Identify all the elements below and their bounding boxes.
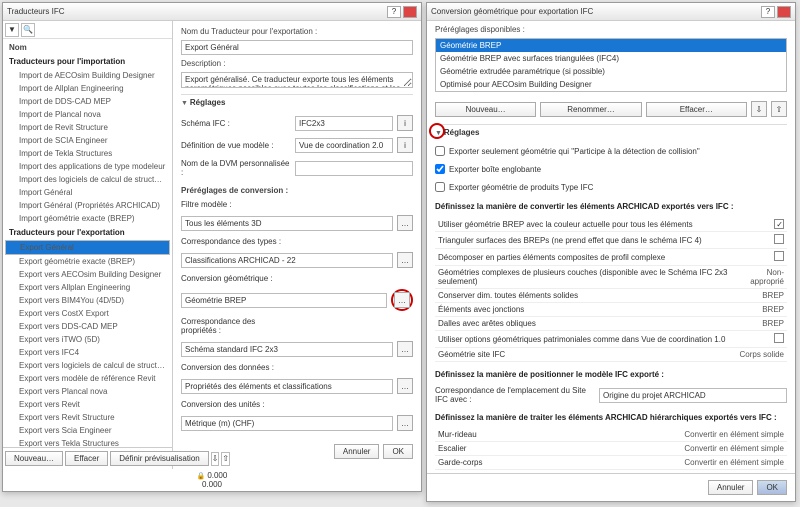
presets-label: Préréglages disponibles : (435, 25, 787, 34)
col-header: Nom (5, 41, 170, 54)
delete-button[interactable]: Effacer… (646, 102, 747, 117)
new-button[interactable]: Nouveau… (435, 102, 536, 117)
translator-item[interactable]: Export vers AECOsim Building Designer (5, 268, 170, 281)
geom-btn[interactable]: … (394, 292, 410, 308)
settings-header[interactable]: Réglages (181, 94, 413, 110)
import-group[interactable]: Traducteurs pour l'importation (5, 54, 170, 69)
ok-button[interactable]: OK (383, 444, 413, 459)
close-icon[interactable] (777, 6, 791, 18)
translator-item[interactable]: Export vers BIM4You (4D/5D) (5, 294, 170, 307)
schema-info-icon[interactable]: i (397, 115, 413, 131)
type-select[interactable]: Classifications ARCHICAD - 22 (181, 253, 393, 268)
desc-input[interactable] (181, 72, 413, 88)
data-btn[interactable]: … (397, 378, 413, 394)
translator-item[interactable]: Export Général (5, 240, 170, 255)
typegeom-checkbox[interactable]: Exporter géométrie de produits Type IFC (435, 180, 787, 194)
translator-item[interactable]: Import de Allplan Engineering (5, 82, 170, 95)
translator-item[interactable]: Export vers Revit (5, 398, 170, 411)
import-icon[interactable]: ⇩ (751, 101, 767, 117)
window-title: Traducteurs IFC (7, 7, 65, 16)
translator-tree: Nom Traducteurs pour l'importation Impor… (3, 39, 172, 447)
name-input[interactable] (181, 40, 413, 55)
translator-item[interactable]: Import de DDS-CAD MEP (5, 95, 170, 108)
translator-item[interactable]: Import géométrie exacte (BREP) (5, 212, 170, 225)
preset-item[interactable]: Géométrie BREP (436, 39, 786, 52)
close-icon[interactable] (403, 6, 417, 18)
preset-item[interactable]: Géométrie BREP avec surfaces triangulées… (436, 52, 786, 65)
translator-item[interactable]: Import de Revit Structure (5, 121, 170, 134)
export-icon[interactable]: ⇧ (771, 101, 787, 117)
translators-dialog: Traducteurs IFC ? ▼ 🔍 Nom Traducteurs po… (2, 2, 422, 492)
position-select[interactable]: Origine du projet ARCHICAD (599, 388, 787, 403)
filter-icon[interactable]: ▼ (5, 23, 19, 37)
ok-button[interactable]: OK (757, 480, 787, 495)
preset-item[interactable]: Optimisé pour AECOsim Building Designer (436, 78, 786, 91)
type-btn[interactable]: … (397, 252, 413, 268)
unit-btn[interactable]: … (397, 415, 413, 431)
help-icon[interactable]: ? (387, 6, 401, 18)
prop-btn[interactable]: … (397, 341, 413, 357)
schema-select[interactable]: IFC2x3 (295, 116, 393, 131)
translator-item[interactable]: Import des logiciels de calcul de struct… (5, 173, 170, 186)
collision-checkbox[interactable]: Exporter seulement géométrie qui "Partic… (435, 144, 787, 158)
window-title: Conversion géométrique pour exportation … (431, 7, 593, 16)
translator-item[interactable]: Export vers IFC4 (5, 346, 170, 359)
new-button[interactable]: Nouveau… (5, 451, 63, 466)
form-panel: Nom du Traducteur pour l'exportation : D… (173, 21, 421, 469)
hierarchy-table: Mur-rideauConvertir en élément simpleEsc… (435, 428, 787, 470)
desc-label: Description : (181, 59, 413, 68)
bbox-checkbox[interactable]: Exporter boîte englobante (435, 162, 787, 176)
translator-item[interactable]: Export vers Allplan Engineering (5, 281, 170, 294)
translator-item[interactable]: Import de Plancal nova (5, 108, 170, 121)
translator-item[interactable]: Import de AECOsim Building Designer (5, 69, 170, 82)
translator-item[interactable]: Export vers modèle de référence Revit (5, 372, 170, 385)
rename-button[interactable]: Renommer… (540, 102, 641, 117)
delete-button[interactable]: Effacer (65, 451, 108, 466)
conv-header: Préréglages de conversion : (181, 186, 413, 195)
translator-item[interactable]: Export vers DDS-CAD MEP (5, 320, 170, 333)
export-group[interactable]: Traducteurs pour l'exportation (5, 225, 170, 240)
translator-item[interactable]: Import des applications de type modeleur (5, 160, 170, 173)
cancel-button[interactable]: Annuler (334, 444, 380, 459)
translator-item[interactable]: Export vers iTWO (5D) (5, 333, 170, 346)
def1-header: Définissez la manière de convertir les é… (435, 198, 787, 213)
name-label: Nom du Traducteur pour l'exportation : (181, 27, 413, 36)
translator-item[interactable]: Export vers CostX Export (5, 307, 170, 320)
conversion-table: Utiliser géométrie BREP avec la couleur … (435, 217, 787, 362)
settings-header[interactable]: ↗ Réglages (435, 124, 787, 140)
translator-item[interactable]: Import de SCIA Engineer (5, 134, 170, 147)
unit-select[interactable]: Métrique (m) (CHF) (181, 416, 393, 431)
geom-select[interactable]: Géométrie BREP (181, 293, 387, 308)
def2-header: Définissez la manière de positionner le … (435, 366, 787, 381)
geometry-conversion-dialog: Conversion géométrique pour exportation … (426, 2, 796, 502)
preset-item[interactable]: Géométrie extrudée paramétrique (si poss… (436, 65, 786, 78)
translator-item[interactable]: Import Général (5, 186, 170, 199)
filter-select[interactable]: Tous les éléments 3D (181, 216, 393, 231)
mvd-select[interactable]: Vue de coordination 2.0 (295, 138, 393, 153)
status-coord: 🔒 0.0000.000 (3, 469, 421, 491)
prop-select[interactable]: Schéma standard IFC 2x3 (181, 342, 393, 357)
data-select[interactable]: Propriétés des éléments et classificatio… (181, 379, 393, 394)
cancel-button[interactable]: Annuler (708, 480, 754, 495)
dvm-input[interactable] (295, 161, 413, 176)
def3-header: Définissez la manière de traiter les élé… (435, 409, 787, 424)
translator-item[interactable]: Export vers Tekla Structures (5, 437, 170, 447)
help-icon[interactable]: ? (761, 6, 775, 18)
filter-btn[interactable]: … (397, 215, 413, 231)
translator-item[interactable]: Import Général (Propriétés ARCHICAD) (5, 199, 170, 212)
translator-item[interactable]: Import de Tekla Structures (5, 147, 170, 160)
search-icon[interactable]: 🔍 (21, 23, 35, 37)
titlebar: Traducteurs IFC ? (3, 3, 421, 21)
titlebar: Conversion géométrique pour exportation … (427, 3, 795, 21)
mvd-info-icon[interactable]: i (397, 137, 413, 153)
translator-item[interactable]: Export géométrie exacte (BREP) (5, 255, 170, 268)
translator-item[interactable]: Export vers Plancal nova (5, 385, 170, 398)
translator-item[interactable]: Export vers Scia Engineer (5, 424, 170, 437)
sidebar: ▼ 🔍 Nom Traducteurs pour l'importation I… (3, 21, 173, 469)
translator-item[interactable]: Export vers logiciels de calcul de struc… (5, 359, 170, 372)
translator-item[interactable]: Export vers Revit Structure (5, 411, 170, 424)
